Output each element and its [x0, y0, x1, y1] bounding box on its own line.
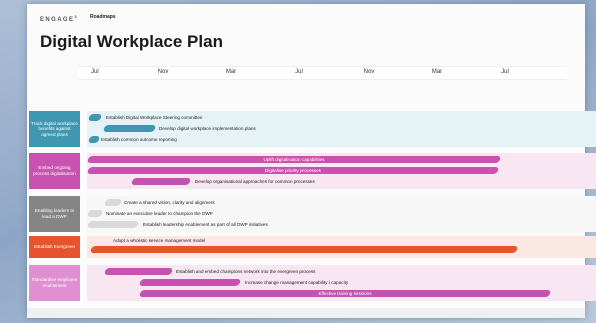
- roadmap-item-label: Adopt a wholistic service management mod…: [113, 238, 206, 243]
- roadmap-bar[interactable]: [86, 221, 140, 228]
- month-label: Jul: [91, 69, 99, 75]
- roadmap-slide: ENGAGE3 Roadmaps Digital Workplace Plan …: [27, 4, 596, 318]
- roadmap-item-label: Digitalise priority processes: [265, 168, 321, 173]
- roadmap-item-label: Develop digital workplace implementation…: [159, 126, 256, 131]
- roadmap-item-label: Establish Digital Workplace Steering com…: [106, 115, 203, 120]
- page-title: Digital Workplace Plan: [40, 32, 223, 51]
- roadmap-item-label: Establish and embed champions network in…: [176, 269, 316, 274]
- month-label: Nov: [157, 69, 169, 75]
- slide-footer: [27, 308, 585, 318]
- roadmap-item-label: Nominate an executive leader to champion…: [106, 211, 213, 216]
- roadmap-item-label: Increase change management capability / …: [245, 280, 349, 285]
- lane-process-digitalisation: Embed ongoing process digitalisation Upl…: [29, 153, 596, 189]
- timeline-header: Jul Nov Mar Jul Nov Mar Jul: [79, 66, 567, 80]
- lane-label: Establish Evergreen: [29, 236, 80, 258]
- month-label: Jul: [295, 69, 303, 75]
- breadcrumb[interactable]: Roadmaps: [90, 14, 116, 20]
- lane-employee-enablement: Standardise employee enablement Establis…: [29, 265, 596, 301]
- roadmap-bar[interactable]: [130, 178, 192, 185]
- roadmap-item-label: Create a shared vision, clarity and alig…: [124, 200, 215, 205]
- month-label: Mar: [225, 69, 237, 75]
- month-label: Mar: [431, 69, 443, 75]
- roadmap-item-label: Establish leadership enablement as part …: [143, 222, 268, 227]
- roadmap-item-label: Uplift digitalisation capabilities: [263, 157, 325, 162]
- roadmap-item-label: Establish common outcome reporting: [101, 137, 177, 142]
- month-label: Nov: [363, 69, 375, 75]
- roadmap-bar[interactable]: [138, 279, 242, 286]
- roadmap-bar[interactable]: [102, 125, 157, 132]
- lane-label: Track digital workplace benefits against…: [29, 111, 80, 147]
- brand-logo: ENGAGE3: [40, 14, 79, 23]
- lane-label: Standardise employee enablement: [29, 265, 80, 301]
- lane-label: Enabling leaders to lead a DWP: [29, 196, 80, 232]
- roadmap-bar[interactable]: [89, 246, 519, 253]
- roadmap-item-label: Effective training sessions: [318, 291, 372, 296]
- lane-track-benefits: Track digital workplace benefits against…: [29, 111, 596, 147]
- lane-enabling-leaders: Enabling leaders to lead a DWP Create a …: [29, 196, 596, 232]
- month-label: Jul: [501, 69, 509, 75]
- roadmap-bar[interactable]: [103, 268, 174, 275]
- lane-label: Embed ongoing process digitalisation: [29, 153, 80, 189]
- lane-evergreen: Establish Evergreen Adopt a wholistic se…: [29, 236, 596, 258]
- roadmap-item-label: Develop organisational approaches for co…: [195, 179, 315, 184]
